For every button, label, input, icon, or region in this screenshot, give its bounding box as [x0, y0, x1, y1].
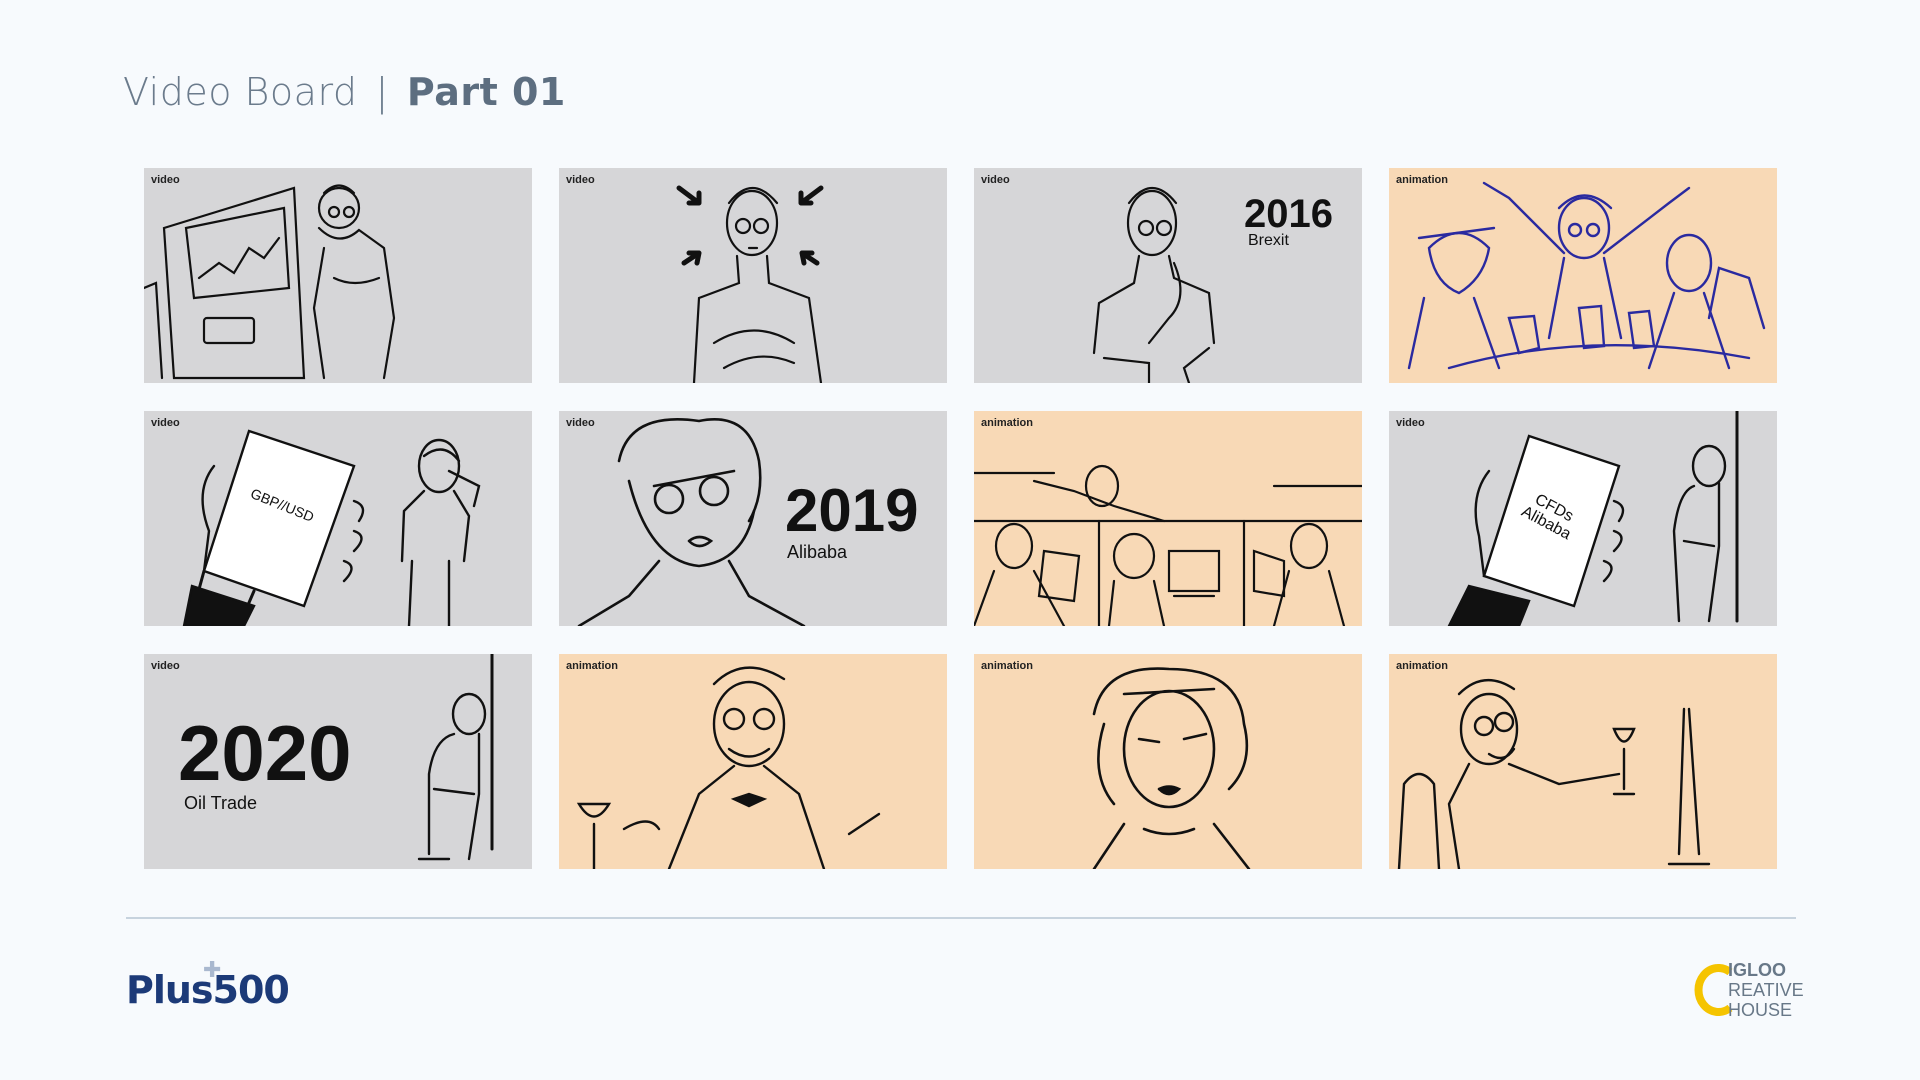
storyboard-frame-1[interactable]: video [144, 168, 532, 383]
footer-divider [126, 917, 1796, 919]
plus-icon: ✚ [203, 958, 221, 983]
storyboard-frame-2[interactable]: video [559, 168, 947, 383]
igloo-logo-line3: HOUSE [1728, 1000, 1793, 1020]
sketch-celebrating-crowd [1407, 181, 1766, 370]
igloo-creative-house-logo: IGLOO REATIVE HOUSE [1692, 960, 1804, 1026]
sketch-phone-cfds [1447, 411, 1739, 626]
storyboard-frame-7[interactable]: animation [974, 411, 1362, 626]
part-label: Part 01 [406, 70, 566, 114]
storyboard-frame-8[interactable]: video CFDs Alibaba [1389, 411, 1777, 626]
frame-tag: animation [981, 417, 1033, 429]
event-label: Oil Trade [184, 793, 258, 813]
event-label: Brexit [1248, 232, 1289, 249]
storyboard-grid: video video video 2016 Brexit animation … [144, 168, 1777, 869]
frame-tag: video [566, 174, 595, 186]
frame-tag: video [566, 417, 595, 429]
storyboard-frame-10[interactable]: animation [559, 654, 947, 869]
storyboard-frame-11[interactable]: animation [974, 654, 1362, 869]
sketch-man-toasting [1397, 678, 1711, 869]
plus500-logo: ✚ Plus500 [126, 958, 290, 1012]
frame-tag: animation [566, 660, 618, 672]
frame-tag: animation [1396, 174, 1448, 186]
igloo-logo-line1: IGLOO [1728, 960, 1786, 980]
year-label: 2019 [785, 477, 919, 544]
sketch-office-cubicles [974, 464, 1362, 626]
igloo-logo-line2: REATIVE [1728, 980, 1804, 1000]
sketch-smiling-man-wine [576, 666, 881, 869]
year-label: 2020 [178, 709, 352, 797]
event-label: Alibaba [787, 542, 848, 562]
frame-tag: animation [1396, 660, 1448, 672]
year-label: 2016 [1244, 192, 1333, 236]
storyboard-frame-4[interactable]: animation [1389, 168, 1777, 383]
frame-tag: video [981, 174, 1010, 186]
board-title: Video Board [123, 70, 358, 114]
title-separator: | [375, 70, 389, 114]
sketch-pressured-man [676, 185, 824, 383]
storyboard-frame-5[interactable]: video GBP//USD [144, 411, 532, 626]
storyboard-frame-6[interactable]: video 2019 Alibaba [559, 411, 947, 626]
sketch-skeptical-woman [1092, 667, 1251, 869]
sketch-trader-chart [144, 184, 396, 380]
frame-tag: animation [981, 660, 1033, 672]
storyboard-frame-3[interactable]: video 2016 Brexit [974, 168, 1362, 383]
sketch-phone-gbpusd [182, 429, 481, 626]
frame-tag: video [151, 174, 180, 186]
frame-tag: video [1396, 417, 1425, 429]
storyboard-frame-12[interactable]: animation [1389, 654, 1777, 869]
page-title: Video Board | Part 01 [123, 70, 566, 114]
frame-tag: video [151, 417, 180, 429]
frame-tag: video [151, 660, 180, 672]
storyboard-frame-9[interactable]: video 2020 Oil Trade [144, 654, 532, 869]
